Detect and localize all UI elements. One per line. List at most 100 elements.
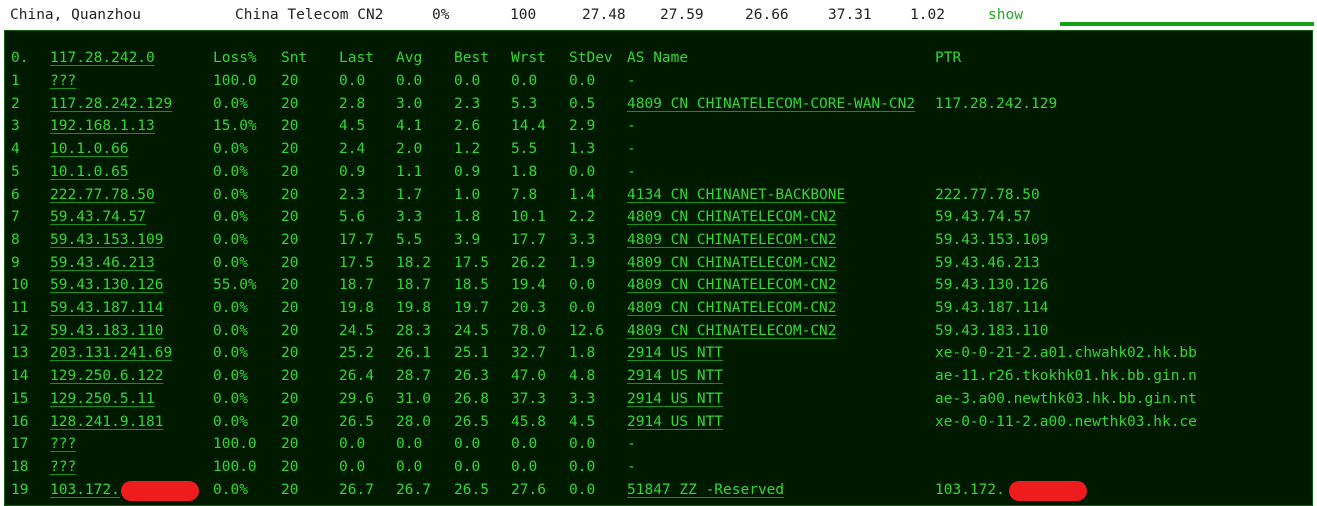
hop-stdev: 1.3 <box>569 141 596 158</box>
hop-snt: 20 <box>281 390 299 407</box>
hop-host-link[interactable]: 59.43.153.109 <box>50 229 164 251</box>
hop-host-link[interactable]: 128.241.9.181 <box>50 411 164 433</box>
hop-host-link[interactable]: ??? <box>50 456 76 478</box>
hop-as-link[interactable]: 2914 US NTT <box>627 365 723 387</box>
header-wrst: Wrst <box>511 50 546 66</box>
hop-snt: 20 <box>281 345 299 362</box>
hop-last: 25.2 <box>339 345 374 362</box>
table-row: 19 103.172. 0.0% 20 26.7 26.7 26.5 27.6 0.0 51847… <box>5 479 1312 501</box>
hop-host-link[interactable]: 103.172. <box>50 479 120 501</box>
hop-ptr: 222.77.78.50 <box>935 186 1040 203</box>
hop-stdev: 4.8 <box>569 368 596 385</box>
hop-best: 0.0 <box>454 436 481 453</box>
hop-avg: 18.7 <box>396 277 431 294</box>
hop-as-link[interactable]: 4809 CN CHINATELECOM-CN2 <box>627 252 837 274</box>
hop-as-link[interactable]: 4809 CN CHINATELECOM-CN2 <box>627 320 837 342</box>
hop-host-link[interactable]: 129.250.6.122 <box>50 365 164 387</box>
hop-as-link[interactable]: 4809 CN CHINATELECOM-CN2 <box>627 206 837 228</box>
hop-wrst: 14.4 <box>511 118 546 135</box>
hop-loss: 0.0% <box>213 141 248 158</box>
hop-number: 5 <box>11 163 20 180</box>
hop-host-link[interactable]: 10.1.0.66 <box>50 138 129 160</box>
hop-number: 4 <box>11 141 20 158</box>
hop-stdev: 0.0 <box>569 163 596 180</box>
hop-loss: 0.0% <box>213 390 248 407</box>
hop-as-link[interactable]: 4809 CN CHINATELECOM-CN2 <box>627 229 837 251</box>
hop-stdev: 3.3 <box>569 231 596 248</box>
hop-avg: 0.0 <box>396 73 423 89</box>
hop-as-link[interactable]: 4809 CN CHINATELECOM-CN2 <box>627 297 837 319</box>
hop-ptr: 59.43.153.109 <box>935 231 1049 248</box>
hop-host-link[interactable]: ??? <box>50 70 76 92</box>
hop-host-link[interactable]: 59.43.130.126 <box>50 274 164 296</box>
hop-snt: 20 <box>281 413 299 430</box>
hop-ptr: ae-3.a00.newthk03.hk.bb.gin.nt <box>935 390 1197 407</box>
hop-last: 2.8 <box>339 95 366 112</box>
hop-avg: 3.0 <box>396 95 423 112</box>
hop-as-link[interactable]: 4809 CN CHINATELECOM-CORE-WAN-CN2 <box>627 93 915 115</box>
hop-host-link[interactable]: 203.131.241.69 <box>50 342 172 364</box>
hop-best: 0.9 <box>454 163 481 180</box>
hop-loss: 100.0 <box>213 73 257 89</box>
hop-as-link[interactable]: 51847 ZZ -Reserved <box>627 479 784 501</box>
hop-avg: 2.0 <box>396 141 423 158</box>
hop-host-link[interactable]: 222.77.78.50 <box>50 184 155 206</box>
hop-loss: 0.0% <box>213 186 248 203</box>
hop-host-link[interactable]: ??? <box>50 433 76 455</box>
table-row: 7 59.43.74.57 0.0% 20 5.6 3.3 1.8 10.1 2.2 4809 C… <box>5 206 1312 228</box>
hop-loss: 0.0% <box>213 481 248 498</box>
hop-host-link[interactable]: 117.28.242.129 <box>50 93 172 115</box>
hop-avg: 1.1 <box>396 163 423 180</box>
hop-host-link[interactable]: 59.43.183.110 <box>50 320 164 342</box>
hop-avg: 28.0 <box>396 413 431 430</box>
hop-last: 2.3 <box>339 186 366 203</box>
hop-loss: 0.0% <box>213 231 248 248</box>
hop-host-link[interactable]: 10.1.0.65 <box>50 161 129 183</box>
hop-avg: 0.0 <box>396 458 423 475</box>
table-row: 4 10.1.0.66 0.0% 20 2.4 2.0 1.2 5.5 1.3 - <box>5 138 1312 160</box>
hop-loss: 0.0% <box>213 345 248 362</box>
hop-ptr: xe-0-0-11-2.a00.newthk03.hk.ce <box>935 413 1197 430</box>
table-row: 17??? 100.0 20 0.0 0.0 0.0 0.0 0.0 - <box>5 433 1312 455</box>
hop-wrst: 1.8 <box>511 163 538 180</box>
header-last: Last <box>339 50 374 66</box>
hop-as-link[interactable]: 4809 CN CHINATELECOM-CN2 <box>627 274 837 296</box>
hop-loss: 0.0% <box>213 254 248 271</box>
hop-last: 0.0 <box>339 73 366 89</box>
hop-as-link[interactable]: 2914 US NTT <box>627 388 723 410</box>
hop-as-link[interactable]: 2914 US NTT <box>627 411 723 433</box>
hop-best: 3.9 <box>454 231 481 248</box>
hop-last: 17.5 <box>339 254 374 271</box>
header-avg: Avg <box>396 50 423 66</box>
hop-last: 29.6 <box>339 390 374 407</box>
hop-host-link[interactable]: 129.250.5.11 <box>50 388 155 410</box>
hop-last: 18.7 <box>339 277 374 294</box>
hop-best: 17.5 <box>454 254 489 271</box>
hop-best: 1.0 <box>454 186 481 203</box>
summary-stdev: 1.02 <box>910 7 945 23</box>
hop-wrst: 10.1 <box>511 209 546 226</box>
hop-as-link: - <box>627 163 636 180</box>
table-row: 3 192.168.1.13 15.0% 20 4.5 4.1 2.6 14.4 2.9 - <box>5 115 1312 137</box>
hop-best: 24.5 <box>454 322 489 339</box>
hop-ptr: 59.43.74.57 <box>935 209 1032 226</box>
show-toggle-link[interactable]: show <box>988 7 1023 23</box>
hop-loss: 0.0% <box>213 95 248 112</box>
hop-host-link[interactable]: 192.168.1.13 <box>50 115 155 137</box>
hop-loss: 55.0% <box>213 277 257 294</box>
table-row: 12 59.43.183.110 0.0% 20 24.5 28.3 24.5 78.0 12.… <box>5 320 1312 342</box>
hop-loss: 100.0 <box>213 436 257 453</box>
hop-number: 19 <box>11 481 29 498</box>
hop-best: 26.3 <box>454 368 489 385</box>
hop-host-link[interactable]: 59.43.46.213 <box>50 252 155 274</box>
hop-snt: 20 <box>281 186 299 203</box>
redaction-mark <box>121 480 199 501</box>
hop-stdev: 4.5 <box>569 413 596 430</box>
hop-best: 1.2 <box>454 141 481 158</box>
header-host-link[interactable]: 117.28.242.0 <box>50 47 155 69</box>
hop-as-link: - <box>627 73 636 89</box>
hop-as-link[interactable]: 4134 CN CHINANET-BACKBONE <box>627 184 845 206</box>
hop-host-link[interactable]: 59.43.74.57 <box>50 206 146 228</box>
hop-host-link[interactable]: 59.43.187.114 <box>50 297 164 319</box>
hop-as-link[interactable]: 2914 US NTT <box>627 342 723 364</box>
